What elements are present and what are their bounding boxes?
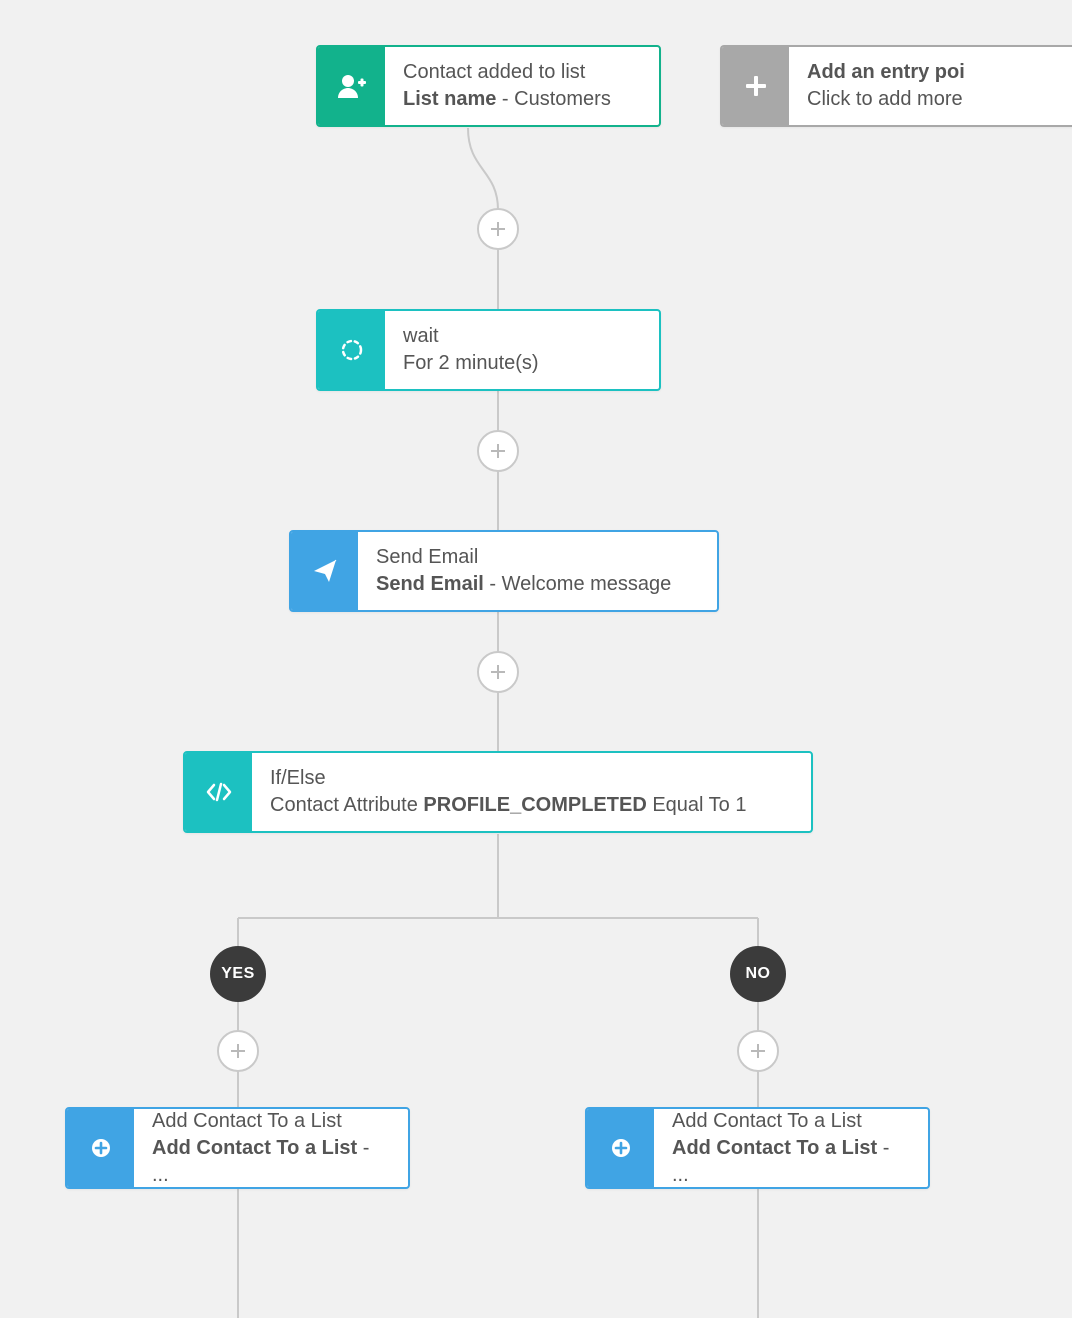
add-step-button[interactable] xyxy=(477,208,519,250)
plus-circle-icon xyxy=(67,1109,134,1187)
plus-icon xyxy=(722,47,789,125)
node-title: Add Contact To a List xyxy=(672,1108,910,1135)
node-add-contact-no[interactable]: Add Contact To a List Add Contact To a L… xyxy=(585,1107,930,1189)
add-step-button[interactable] xyxy=(477,651,519,693)
node-add-contact-yes[interactable]: Add Contact To a List Add Contact To a L… xyxy=(65,1107,410,1189)
node-title: wait xyxy=(403,323,641,350)
send-icon xyxy=(291,532,358,610)
node-contact-added[interactable]: Contact added to list List name - Custom… xyxy=(316,45,661,127)
add-step-button[interactable] xyxy=(737,1030,779,1072)
node-subtitle: Send Email - Welcome message xyxy=(376,571,699,598)
node-subtitle: List name - Customers xyxy=(403,86,641,113)
node-subtitle: Click to add more xyxy=(807,86,1062,113)
branch-no: NO xyxy=(730,946,786,1002)
node-title: Contact added to list xyxy=(403,59,641,86)
add-step-button[interactable] xyxy=(477,430,519,472)
node-title: Add an entry poi xyxy=(807,59,1062,86)
branch-yes: YES xyxy=(210,946,266,1002)
node-subtitle: Contact Attribute PROFILE_COMPLETED Equa… xyxy=(270,792,793,819)
code-icon xyxy=(185,753,252,831)
node-if-else[interactable]: If/Else Contact Attribute PROFILE_COMPLE… xyxy=(183,751,813,833)
node-add-entry-point[interactable]: Add an entry poi Click to add more xyxy=(720,45,1072,127)
node-title: Add Contact To a List xyxy=(152,1108,390,1135)
node-subtitle: Add Contact To a List - ... xyxy=(672,1135,910,1189)
wait-icon xyxy=(318,311,385,389)
plus-circle-icon xyxy=(587,1109,654,1187)
node-title: Send Email xyxy=(376,544,699,571)
node-send-email[interactable]: Send Email Send Email - Welcome message xyxy=(289,530,719,612)
user-add-icon xyxy=(318,47,385,125)
node-subtitle: For 2 minute(s) xyxy=(403,350,641,377)
workflow-canvas: Contact added to list List name - Custom… xyxy=(0,0,1072,1318)
node-wait[interactable]: wait For 2 minute(s) xyxy=(316,309,661,391)
add-step-button[interactable] xyxy=(217,1030,259,1072)
node-title: If/Else xyxy=(270,765,793,792)
node-subtitle: Add Contact To a List - ... xyxy=(152,1135,390,1189)
